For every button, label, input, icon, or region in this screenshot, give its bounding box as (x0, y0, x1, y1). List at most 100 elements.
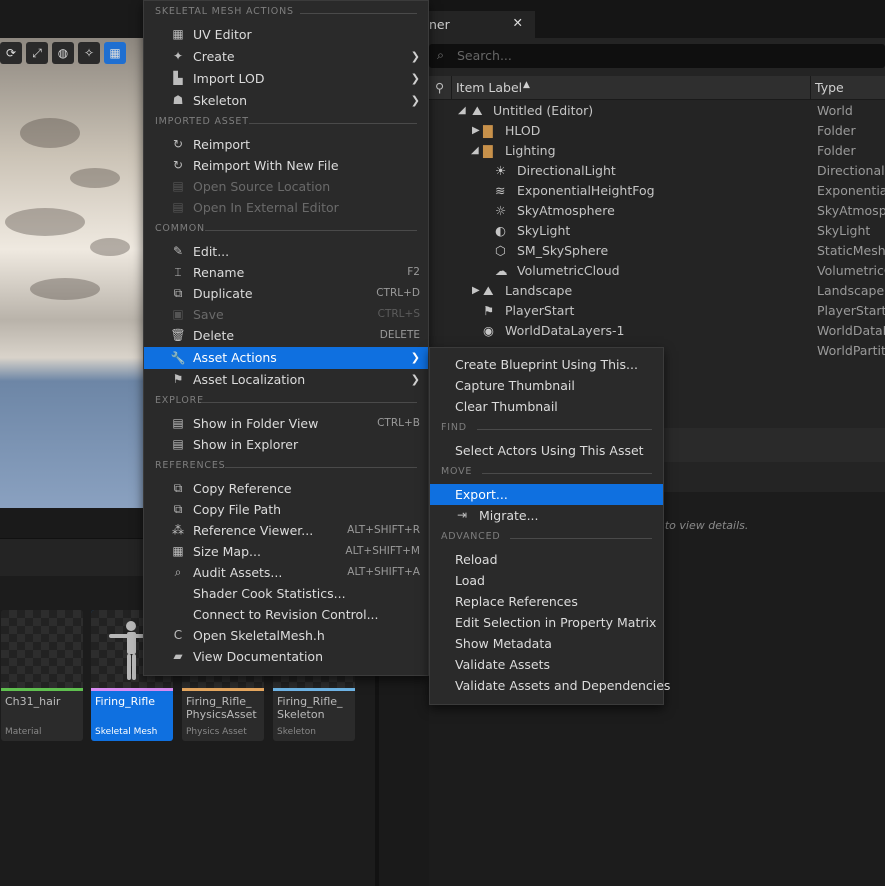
copy-icon: ⧉ (173, 481, 183, 495)
outliner-row[interactable]: ⚑ PlayerStart PlayerStart (429, 301, 885, 321)
section-header: SKELETAL MESH ACTIONS (155, 6, 417, 20)
row-type: DirectionalL (817, 163, 885, 178)
row-label: ExponentialHeightFog (517, 183, 655, 198)
section-header: COMMON (155, 223, 417, 237)
outliner-row[interactable]: ☀ DirectionalLight DirectionalL (429, 161, 885, 181)
menu-item-rename[interactable]: ⌶ Rename F2 (144, 262, 428, 283)
menu-item-size-map[interactable]: ▦ Size Map... ALT+SHIFT+M (144, 541, 428, 562)
asset-tile[interactable]: Ch31_hair Material (1, 610, 83, 741)
menu-item-save[interactable]: ▣ Save CTRL+S (144, 304, 428, 325)
data-layers-icon: ◉ (483, 323, 494, 338)
column-item-label[interactable]: Item Label (456, 80, 522, 95)
menu-item-open-header[interactable]: C Open SkeletalMesh.h (144, 625, 428, 646)
outliner-row[interactable]: ☁ VolumetricCloud VolumetricC (429, 261, 885, 281)
row-type: WorldPartiti (817, 343, 885, 358)
grid-snap-icon[interactable]: ▦ (104, 42, 126, 64)
row-type: SkyLight (817, 223, 871, 238)
outliner-search-input[interactable]: ⌕ Search... (429, 44, 885, 68)
menu-item-validate-dependencies[interactable]: Validate Assets and Dependencies (430, 675, 670, 696)
row-label: PlayerStart (505, 303, 575, 318)
outliner-row[interactable]: ▶ ⛰ Landscape Landscape (429, 281, 885, 301)
expand-arrow-icon[interactable]: ▶ (472, 281, 480, 301)
menu-item-asset-actions[interactable]: 🔧 Asset Actions ❯ (144, 347, 428, 369)
collapse-arrow-icon[interactable]: ◢ (458, 101, 466, 121)
menu-item-copy-file-path[interactable]: ⧉ Copy File Path (144, 499, 428, 520)
menu-item-validate-assets[interactable]: Validate Assets (430, 654, 663, 675)
chevron-right-icon: ❯ (410, 351, 420, 364)
menu-item-show-metadata[interactable]: Show Metadata (430, 633, 663, 654)
menu-item-audit-assets[interactable]: ⌕ Audit Assets... ALT+SHIFT+A (144, 562, 428, 583)
menu-item-show-in-explorer[interactable]: ▤ Show in Explorer (144, 434, 428, 455)
refresh-icon[interactable]: ⟳ (0, 42, 22, 64)
menu-item-clear-thumbnail[interactable]: Clear Thumbnail (430, 396, 663, 417)
outliner-header: ⚲ Item Label ▲ Type (429, 76, 885, 100)
menu-item-import-lod[interactable]: ▙ Import LOD ❯ (144, 68, 428, 89)
menu-item-capture-thumbnail[interactable]: Capture Thumbnail (430, 375, 663, 396)
skeleton-icon: ☗ (172, 93, 184, 107)
folder-open-icon: ▇ (483, 143, 493, 158)
menu-item-skeleton[interactable]: ☗ Skeleton ❯ (144, 90, 428, 111)
menu-item-create-blueprint[interactable]: Create Blueprint Using This... (430, 354, 663, 375)
folder-icon: ▇ (483, 123, 493, 138)
menu-item-create[interactable]: ✦ Create ❯ (144, 46, 428, 67)
wrench-icon: 🔧 (170, 351, 186, 365)
reimport-file-icon: ↻ (172, 158, 184, 172)
flag-icon: ⚑ (172, 372, 184, 386)
globe-icon[interactable]: ◍ (52, 42, 74, 64)
column-type[interactable]: Type (815, 80, 844, 95)
outliner-row[interactable]: ≋ ExponentialHeightFog ExponentialH (429, 181, 885, 201)
menu-item-reload[interactable]: Reload (430, 549, 663, 570)
outliner-tab-label: ner (429, 17, 450, 32)
outliner-row[interactable]: ◢ ▇ Lighting Folder (429, 141, 885, 161)
asset-kind: Skeleton (277, 727, 316, 737)
section-header: MOVE (441, 466, 652, 480)
menu-item-delete[interactable]: 🗑 Delete DELETE (144, 325, 428, 346)
menu-item-export[interactable]: Export... (430, 484, 663, 505)
section-header: EXPLORE (155, 395, 417, 409)
section-header: REFERENCES (155, 460, 417, 474)
menu-item-reference-viewer[interactable]: ⁂ Reference Viewer... ALT+SHIFT+R (144, 520, 428, 541)
menu-item-open-external-editor[interactable]: ▤ Open In External Editor (144, 197, 428, 218)
menu-item-migrate[interactable]: ⇥ Migrate... (430, 505, 663, 526)
menu-item-show-folder-view[interactable]: ▤ Show in Folder View CTRL+B (144, 413, 428, 434)
create-icon: ✦ (172, 49, 184, 63)
collapse-arrow-icon[interactable]: ◢ (471, 141, 479, 161)
menu-item-duplicate[interactable]: ⧉ Duplicate CTRL+D (144, 283, 428, 304)
outliner-row[interactable]: ◉ WorldDataLayers-1 WorldDataL (429, 321, 885, 341)
outliner-row[interactable]: ◐ SkyLight SkyLight (429, 221, 885, 241)
menu-item-replace-references[interactable]: Replace References (430, 591, 663, 612)
close-icon[interactable]: ✕ (513, 15, 523, 30)
menu-item-open-source-location[interactable]: ▤ Open Source Location (144, 176, 428, 197)
menu-item-shader-cook-statistics[interactable]: Shader Cook Statistics... (144, 583, 428, 604)
menu-item-view-documentation[interactable]: ▰ View Documentation (144, 646, 428, 667)
pencil-icon: ✎ (172, 244, 184, 258)
sort-ascending-icon: ▲ (523, 80, 530, 90)
menu-item-uv-editor[interactable]: ▦ UV Editor (144, 24, 428, 45)
menu-item-edit[interactable]: ✎ Edit... (144, 241, 428, 262)
outliner-tab[interactable]: ner ✕ (429, 11, 535, 38)
asset-kind: Skeletal Mesh (95, 727, 158, 737)
outliner-row[interactable]: ▶ ▇ HLOD Folder (429, 121, 885, 141)
menu-item-reimport-new-file[interactable]: ↻ Reimport With New File (144, 155, 428, 176)
menu-item-copy-reference[interactable]: ⧉ Copy Reference (144, 478, 428, 499)
static-mesh-icon: ⬡ (495, 243, 506, 258)
outliner-row[interactable]: ⬡ SM_SkySphere StaticMesh/ (429, 241, 885, 261)
maximize-icon[interactable]: ⤢ (26, 42, 48, 64)
menu-item-load[interactable]: Load (430, 570, 663, 591)
outliner-row[interactable]: ◢ ⛰ Untitled (Editor) World (429, 101, 885, 121)
menu-item-connect-revision-control[interactable]: Connect to Revision Control... (144, 604, 428, 625)
rename-icon: ⌶ (174, 265, 182, 279)
pin-icon[interactable]: ⚲ (435, 80, 444, 95)
reference-graph-icon: ⁂ (172, 523, 184, 537)
outliner-row[interactable]: ☼ SkyAtmosphere SkyAtmosph (429, 201, 885, 221)
menu-item-edit-property-matrix[interactable]: Edit Selection in Property Matrix (430, 612, 663, 633)
expand-arrow-icon[interactable]: ▶ (472, 121, 480, 141)
menu-item-select-actors[interactable]: Select Actors Using This Asset (430, 440, 663, 461)
surface-snap-icon[interactable]: ✧ (78, 42, 100, 64)
trash-icon: 🗑 (170, 328, 186, 342)
level-viewport[interactable] (0, 38, 146, 508)
skylight-icon: ◐ (495, 223, 506, 238)
menu-item-reimport[interactable]: ↻ Reimport (144, 134, 428, 155)
menu-item-asset-localization[interactable]: ⚑ Asset Localization ❯ (144, 369, 428, 390)
search-icon: ⌕ (437, 47, 445, 62)
